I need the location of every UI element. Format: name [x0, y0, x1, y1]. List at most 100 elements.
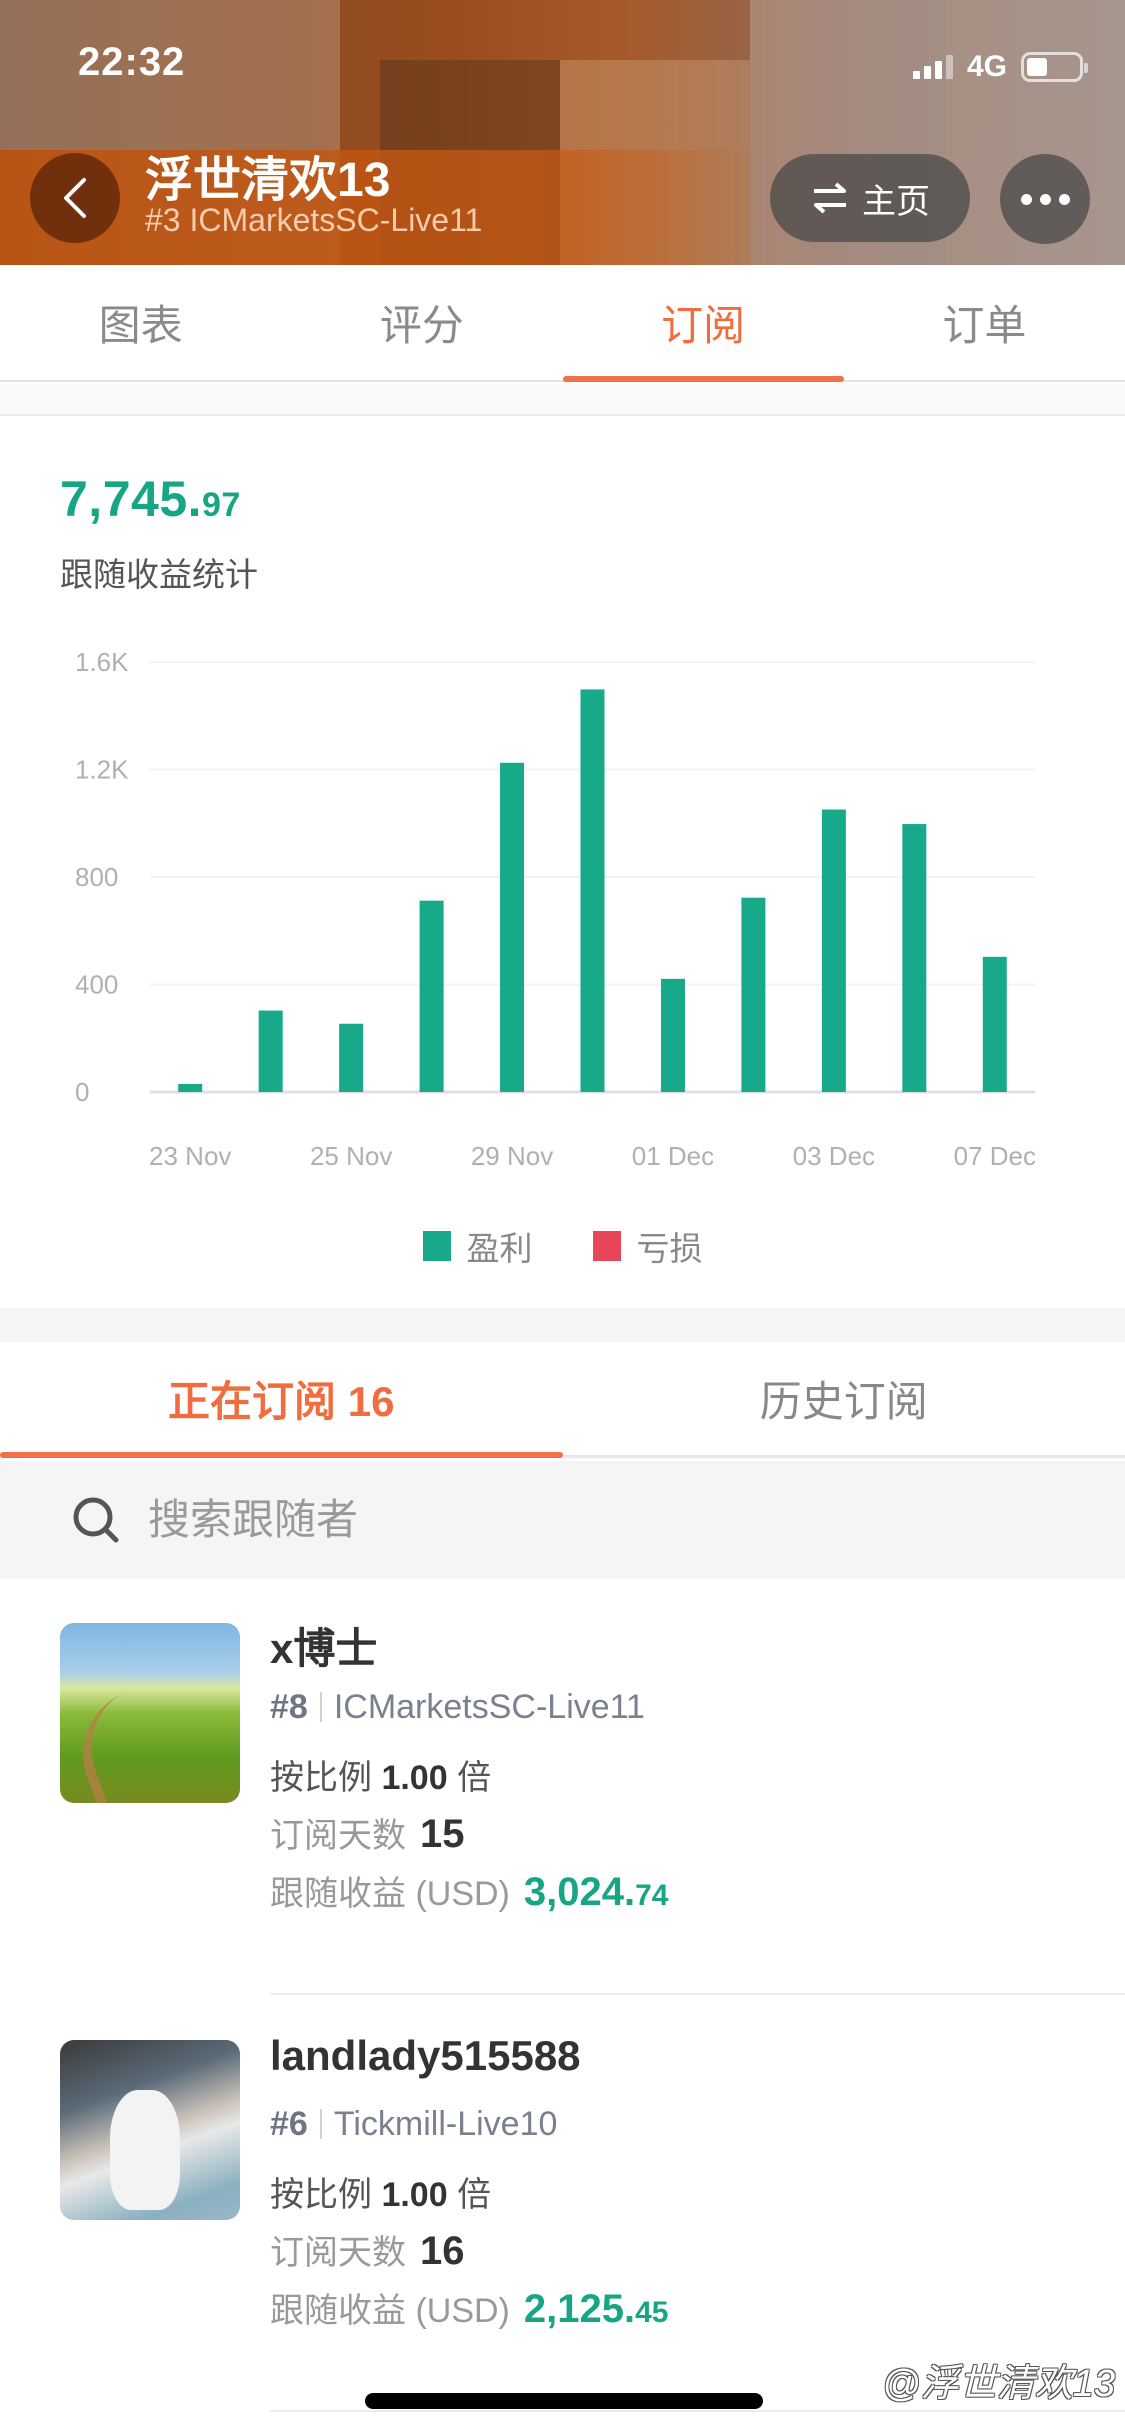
ratio-label: 按比例 — [270, 2176, 372, 2214]
follower-avatar[interactable] — [60, 2040, 240, 2220]
bar-04-dec — [902, 824, 927, 1092]
total-profit-label: 跟随收益统计 — [60, 556, 258, 593]
follower-broker: #8 ICMarketsSC-Live11 — [270, 1688, 645, 1727]
home-indicator[interactable] — [365, 2393, 763, 2409]
x-tick-label: 23 Nov — [149, 1141, 231, 1171]
avatar-road-shape — [64, 1677, 206, 1803]
tab-current-subscriptions[interactable]: 正在订阅 16 — [0, 1342, 563, 1458]
days-value: 16 — [420, 2229, 465, 2273]
back-button[interactable] — [30, 153, 120, 243]
follow-profit: 跟随收益 (USD) 3,024.74 — [270, 1866, 668, 1915]
total-profit-decimal: 97 — [202, 486, 241, 524]
profile-header: 22:32 4G 浮世清欢13 #3 ICMarketsSC-Live11 主页 — [0, 0, 1125, 265]
separator — [319, 1692, 322, 1722]
more-dot-icon — [1039, 193, 1051, 205]
bar-07-dec — [982, 956, 1007, 1092]
y-tick-label: 400 — [75, 970, 118, 1000]
section-divider — [0, 384, 1125, 416]
total-follow-profit: 7,745.97 — [60, 470, 241, 528]
x-tick-label: 01 Dec — [632, 1141, 714, 1171]
tab-orders[interactable]: 订单 — [844, 265, 1125, 380]
bar-26-nov — [419, 900, 444, 1092]
follow-ratio: 按比例 1.00 倍 — [270, 1750, 491, 1799]
ratio-value: 1.00 — [381, 1759, 448, 1797]
bar-30-nov — [580, 689, 605, 1092]
main-tabs: 图表 评分 订阅 订单 — [0, 265, 1125, 382]
follower-server: Tickmill-Live10 — [333, 2105, 558, 2143]
follower-avatar[interactable] — [60, 1623, 240, 1803]
follower-rank: #6 — [270, 2105, 308, 2143]
days-label: 订阅天数 — [270, 2234, 406, 2272]
subscription-tabs: 正在订阅 16 历史订阅 — [0, 1342, 1125, 1458]
more-button[interactable] — [1000, 154, 1090, 244]
tab-history-subscriptions[interactable]: 历史订阅 — [563, 1342, 1125, 1455]
profit-decimal: 45 — [635, 2296, 669, 2329]
legend-item-profit[interactable]: 盈利 — [422, 1222, 533, 1270]
signal-icon — [912, 55, 953, 79]
ratio-label: 按比例 — [270, 1759, 372, 1797]
profit-label: 跟随收益 (USD) — [270, 1875, 510, 1913]
ratio-value: 1.00 — [381, 2176, 448, 2214]
ratio-unit: 倍 — [457, 1759, 492, 1797]
bar-02-dec — [741, 897, 766, 1092]
chart-svg: 0 400 800 1.2K 1.6K 23 Nov 25 Nov 29 Nov 01 Dec 0… — [75, 647, 1036, 1171]
x-tick-label: 07 Dec — [954, 1141, 1036, 1171]
page-title: 浮世清欢13 — [145, 154, 391, 207]
profit-value: 2,125.45 — [524, 2287, 669, 2331]
subscription-days: 订阅天数 16 — [270, 2225, 465, 2274]
avatar-cat-shape — [110, 2090, 180, 2210]
more-dot-icon — [1058, 193, 1070, 205]
bar-25-nov — [339, 1023, 364, 1092]
ratio-unit: 倍 — [457, 2176, 492, 2214]
legend-item-loss[interactable]: 亏损 — [592, 1222, 703, 1270]
home-button-label: 主页 — [862, 182, 930, 221]
watermark: @浮世清欢13 — [882, 2363, 1115, 2405]
y-tick-label: 800 — [75, 862, 118, 892]
tab-rating[interactable]: 评分 — [281, 265, 562, 380]
chevron-left-icon — [64, 178, 86, 218]
switch-arrows-icon — [814, 182, 846, 214]
account-subtitle: #3 ICMarketsSC-Live11 — [145, 202, 483, 238]
follow-ratio: 按比例 1.00 倍 — [270, 2167, 491, 2216]
follow-profit: 跟随收益 (USD) 2,125.45 — [270, 2283, 668, 2332]
profit-integer: 2,125. — [523, 2287, 636, 2331]
x-tick-label: 03 Dec — [793, 1141, 875, 1171]
section-divider — [0, 1308, 1125, 1342]
x-tick-label: 25 Nov — [310, 1141, 392, 1171]
profit-value: 3,024.74 — [524, 1870, 669, 1914]
bar-24-nov — [258, 1010, 283, 1092]
legend-label-loss: 亏损 — [636, 1230, 703, 1267]
profit-decimal: 74 — [635, 1879, 669, 1912]
legend-swatch-loss — [592, 1231, 621, 1261]
y-tick-label: 1.2K — [75, 755, 129, 785]
y-tick-label: 1.6K — [75, 647, 129, 677]
status-indicators: 4G — [912, 50, 1088, 84]
bar-23-nov — [178, 1083, 203, 1092]
y-tick-label: 0 — [75, 1077, 89, 1107]
follower-rank: #8 — [270, 1688, 308, 1726]
more-dot-icon — [1020, 193, 1032, 205]
legend-label-profit: 盈利 — [466, 1230, 533, 1267]
follower-search-input[interactable] — [148, 1496, 948, 1544]
separator — [319, 2109, 322, 2139]
tab-subscriptions[interactable]: 订阅 — [562, 265, 845, 382]
follower-search-bar — [0, 1461, 1125, 1579]
follower-server: ICMarketsSC-Live11 — [333, 1688, 645, 1726]
battery-icon — [1021, 52, 1088, 82]
days-label: 订阅天数 — [270, 1817, 406, 1855]
follower-broker: #6 Tickmill-Live10 — [270, 2105, 557, 2144]
x-tick-label: 29 Nov — [471, 1141, 553, 1171]
status-time: 22:32 — [78, 40, 186, 84]
search-icon — [73, 1497, 119, 1543]
follower-name: x博士 — [270, 1625, 378, 1672]
bar-01-dec — [660, 978, 685, 1092]
home-button[interactable]: 主页 — [770, 154, 970, 242]
network-type: 4G — [966, 50, 1007, 83]
subscription-days: 订阅天数 15 — [270, 1808, 465, 1857]
chart-legend: 盈利 亏损 — [0, 1222, 1125, 1270]
bar-03-dec — [821, 809, 846, 1092]
list-divider — [270, 1993, 1125, 1995]
tab-chart[interactable]: 图表 — [0, 265, 281, 380]
total-profit-integer: 7,745. — [60, 471, 203, 527]
legend-swatch-profit — [422, 1231, 451, 1261]
